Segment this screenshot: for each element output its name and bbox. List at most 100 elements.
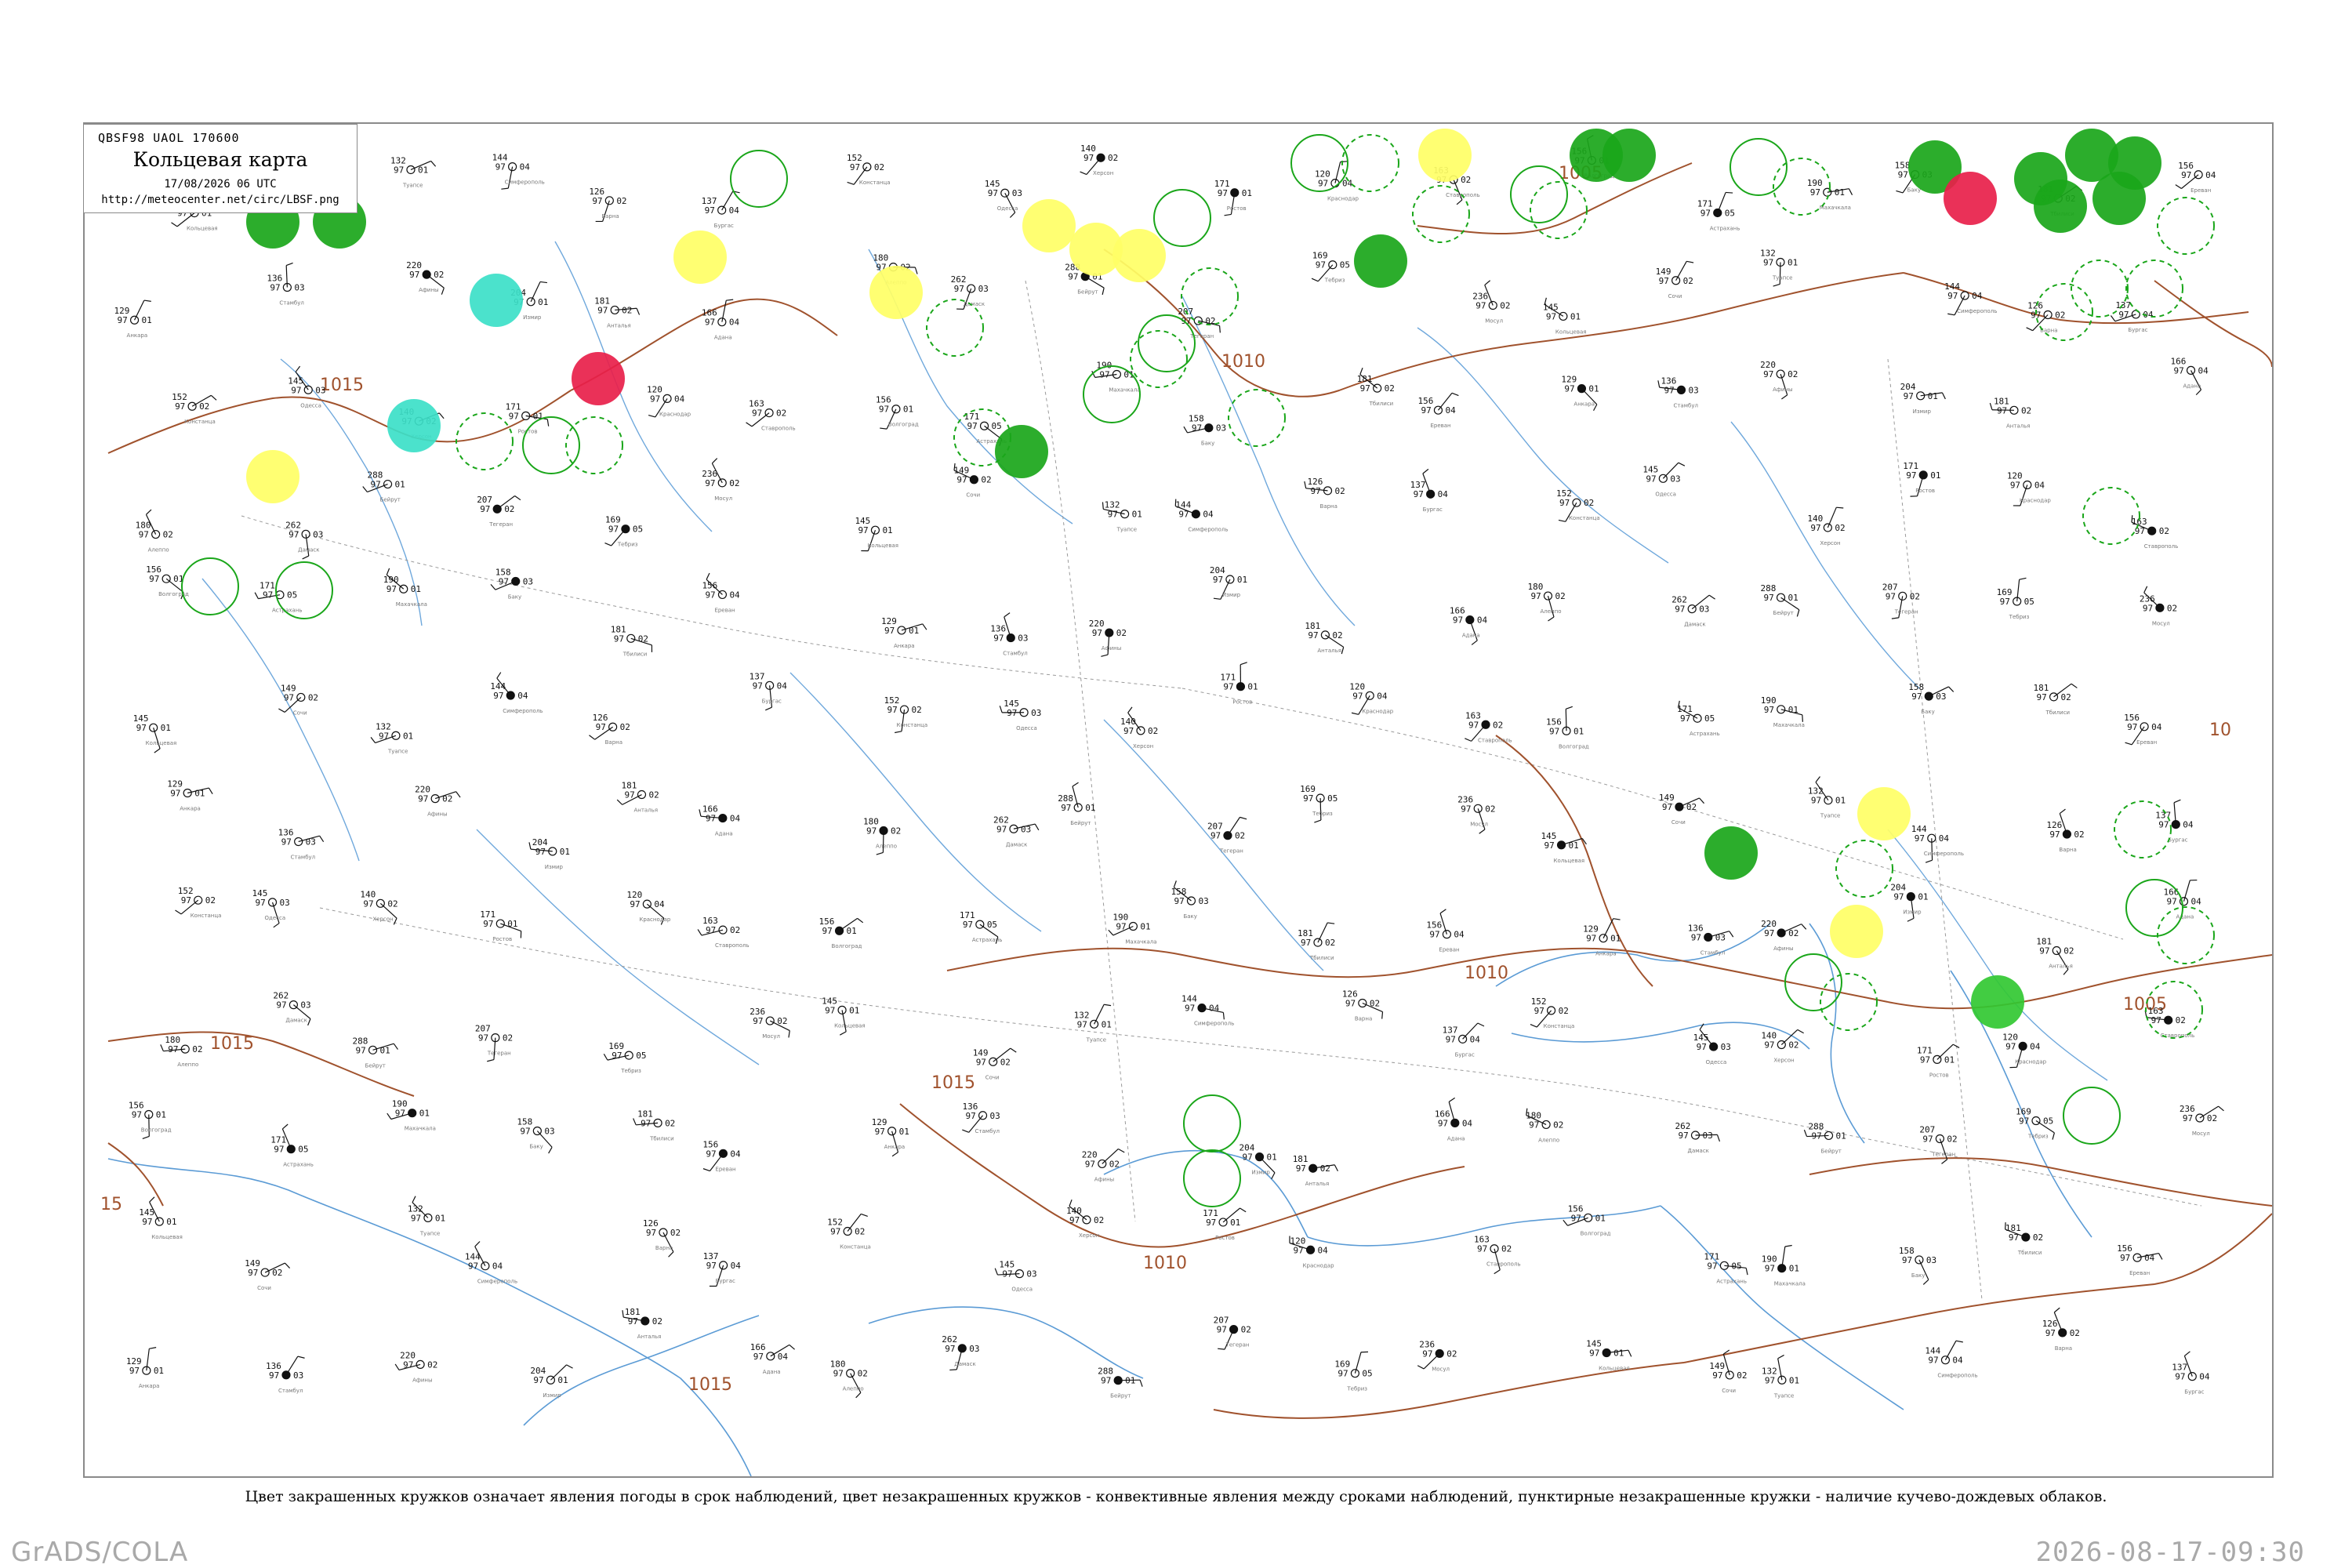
station-tendency: 02 — [1788, 928, 1798, 938]
station-tendency: 01 — [1595, 1213, 1606, 1223]
station-pressure: 97 — [276, 1000, 286, 1011]
station-tendency: 02 — [729, 478, 739, 488]
station-plot: 20797 02Тегеран — [475, 1024, 513, 1062]
station-plot: 15697 04Ереван — [702, 1139, 741, 1172]
weather-circle-filled — [673, 230, 727, 284]
station-name: Симферополь — [503, 708, 543, 714]
cumulonimbus-circle — [2125, 260, 2183, 318]
station-plot: 13697 03Стамбул — [267, 262, 305, 307]
station-pressure: 97 — [1101, 1376, 1111, 1386]
station-pressure: 97 — [1764, 705, 1774, 715]
station-tendency: 04 — [1203, 510, 1214, 520]
station-tendency: 03 — [1721, 1042, 1731, 1052]
station-tendency: 05 — [633, 524, 643, 535]
title-box: QBSF98 UAOL 170600 Кольцевая карта 17/08… — [83, 124, 358, 213]
station-tendency: 01 — [1836, 1131, 1846, 1141]
isobar-label: 1010 — [1143, 1254, 1187, 1273]
station-name: Измир — [543, 1392, 561, 1399]
station-name: Махачкала — [1820, 205, 1851, 211]
station-pressure: 97 — [752, 408, 762, 419]
station-pressure: 97 — [1763, 369, 1773, 379]
station-name: Стамбул — [975, 1128, 1000, 1134]
station-plot: 26297 03Дамаск — [273, 991, 311, 1026]
station-tendency: 05 — [636, 1051, 646, 1061]
station-tendency: 03 — [1021, 824, 1031, 834]
station-plot: 19097 01Махачкала — [1761, 695, 1805, 728]
station-tendency: 03 — [313, 529, 323, 539]
station-pressure: 97 — [1564, 384, 1574, 394]
station-pressure: 97 — [1414, 489, 1424, 499]
station-pressure: 97 — [1475, 301, 1486, 311]
station-tendency: 02 — [616, 196, 626, 206]
station-pressure: 97 — [2019, 1116, 2029, 1127]
station-pressure: 97 — [168, 1044, 178, 1054]
station-plot: 12697 02Варна — [1342, 989, 1384, 1022]
station-name: Бейрут — [380, 497, 401, 503]
station-plot: 16997 05Тебриз — [603, 1041, 646, 1074]
station-plot: 16697 04Адана — [1450, 606, 1487, 645]
station-plot: 14597 03Одесса — [288, 365, 325, 408]
station-pressure: 97 — [129, 1366, 140, 1376]
station-plot: 2049701Измир — [528, 837, 570, 870]
station-name: Дамаск — [1684, 622, 1705, 628]
station-tendency: 05 — [1725, 208, 1735, 218]
station-plot: 1569701Волгоград — [1563, 1203, 1611, 1236]
station-pressure: 97 — [2010, 480, 2020, 490]
convective-circle — [275, 561, 333, 619]
station-tendency: 02 — [1835, 523, 1845, 533]
station-tendency: 04 — [2030, 1041, 2041, 1051]
station-pressure: 97 — [641, 1118, 651, 1128]
station-name: Сочи — [257, 1285, 271, 1291]
station-plot: 12997 01Анкара — [881, 616, 927, 649]
station-tendency: 04 — [730, 1149, 741, 1159]
station-pressure: 97 — [612, 1051, 622, 1061]
station-pressure: 97 — [963, 920, 973, 930]
station-name: Варна — [655, 1245, 673, 1251]
station-pressure: 97 — [1811, 796, 1821, 806]
convective-circle — [2063, 1087, 2121, 1145]
station-name: Дамаск — [1006, 841, 1027, 848]
station-tendency: 04 — [1939, 833, 1950, 844]
station-tendency: 01 — [1125, 1376, 1135, 1386]
station-plot: 1409702Херсон — [1080, 143, 1118, 176]
station-tendency: 01 — [1610, 934, 1621, 944]
station-pressure: 97 — [1544, 840, 1555, 851]
station-pressure: 97 — [118, 315, 128, 325]
station-tendency: 02 — [648, 790, 659, 800]
station-plot: 12997 01Анкара — [1561, 375, 1599, 412]
station-name: Тебриз — [1312, 811, 1333, 817]
station-tendency: 02 — [1332, 630, 1342, 641]
bulletin-code: QBSF98 UAOL 170600 — [98, 131, 240, 145]
station-pressure: 97 — [1085, 1159, 1095, 1169]
station-tendency: 05 — [2024, 597, 2034, 607]
station-tendency: 04 — [674, 394, 685, 404]
station-name: Дамаск — [1688, 1148, 1709, 1154]
station-plot: 14597 03Одесса — [252, 888, 290, 928]
station-tendency: 01 — [1930, 470, 1940, 481]
station-name: Тебриз — [617, 542, 638, 548]
station-tendency: 04 — [1318, 1245, 1329, 1255]
station-tendency: 02 — [1500, 301, 1510, 311]
station-plot: 1819702Тбилиси — [2034, 683, 2078, 716]
station-plot: 14497 04Симферополь — [1911, 824, 1964, 863]
station-name: Бургас — [2168, 837, 2187, 844]
station-plot: 1459701Кольцевая — [139, 1196, 183, 1240]
station-plot: 17197 05Астрахань — [254, 581, 303, 614]
station-plot: 18197 02Анталья — [1293, 1154, 1338, 1187]
station-plot: 13297 01Туапсе — [1762, 1354, 1799, 1399]
station-plot: 1459701Кольцевая — [855, 516, 898, 552]
station-tendency: 03 — [1012, 188, 1022, 198]
station-pressure: 97 — [884, 626, 895, 636]
station-pressure: 97 — [1429, 930, 1439, 940]
station-pressure: 97 — [1296, 1163, 1306, 1174]
station-tendency: 05 — [287, 590, 297, 601]
station-tendency: 04 — [730, 814, 741, 824]
station-pressure: 97 — [1697, 1042, 1707, 1052]
station-tendency: 03 — [1936, 691, 1946, 702]
station-tendency: 01 — [1789, 1264, 1799, 1274]
station-tendency: 04 — [654, 899, 665, 909]
station-tendency: 02 — [427, 1359, 437, 1370]
station-tendency: 01 — [1788, 593, 1798, 603]
station-tendency: 02 — [1325, 938, 1335, 948]
station-plot: 13797 04Бургас — [2155, 799, 2194, 844]
